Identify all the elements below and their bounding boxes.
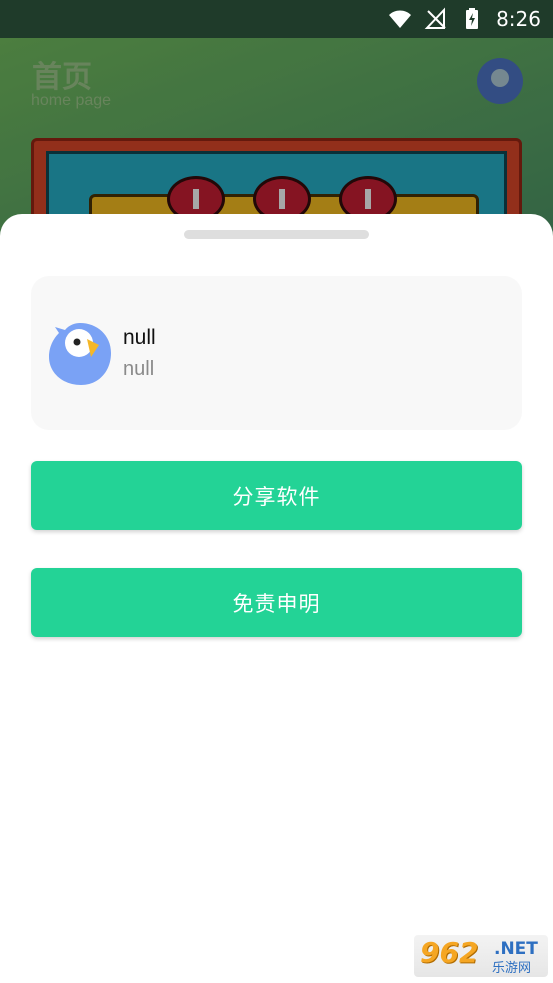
status-bar: 8:26 [0,0,553,38]
wifi-icon [388,7,412,31]
disclaimer-button[interactable]: 免责申明 [31,568,522,637]
watermark-number: 962 [420,936,479,969]
watermark-cn: 乐游网 [492,961,532,976]
parrot-avatar-icon [47,321,113,387]
battery-charging-icon [460,7,484,31]
status-time: 8:26 [496,7,541,31]
drag-handle[interactable] [184,230,369,239]
bottom-sheet: null null 分享软件 免责申明 [0,214,553,983]
profile-card: null null [31,276,522,430]
site-watermark-logo: 962 .NET 乐游网 [414,935,548,977]
profile-subtitle: null [123,358,155,380]
profile-name: null [123,326,156,349]
watermark-domain: .NET [494,939,538,959]
share-app-button[interactable]: 分享软件 [31,461,522,530]
no-signal-icon [424,7,448,31]
